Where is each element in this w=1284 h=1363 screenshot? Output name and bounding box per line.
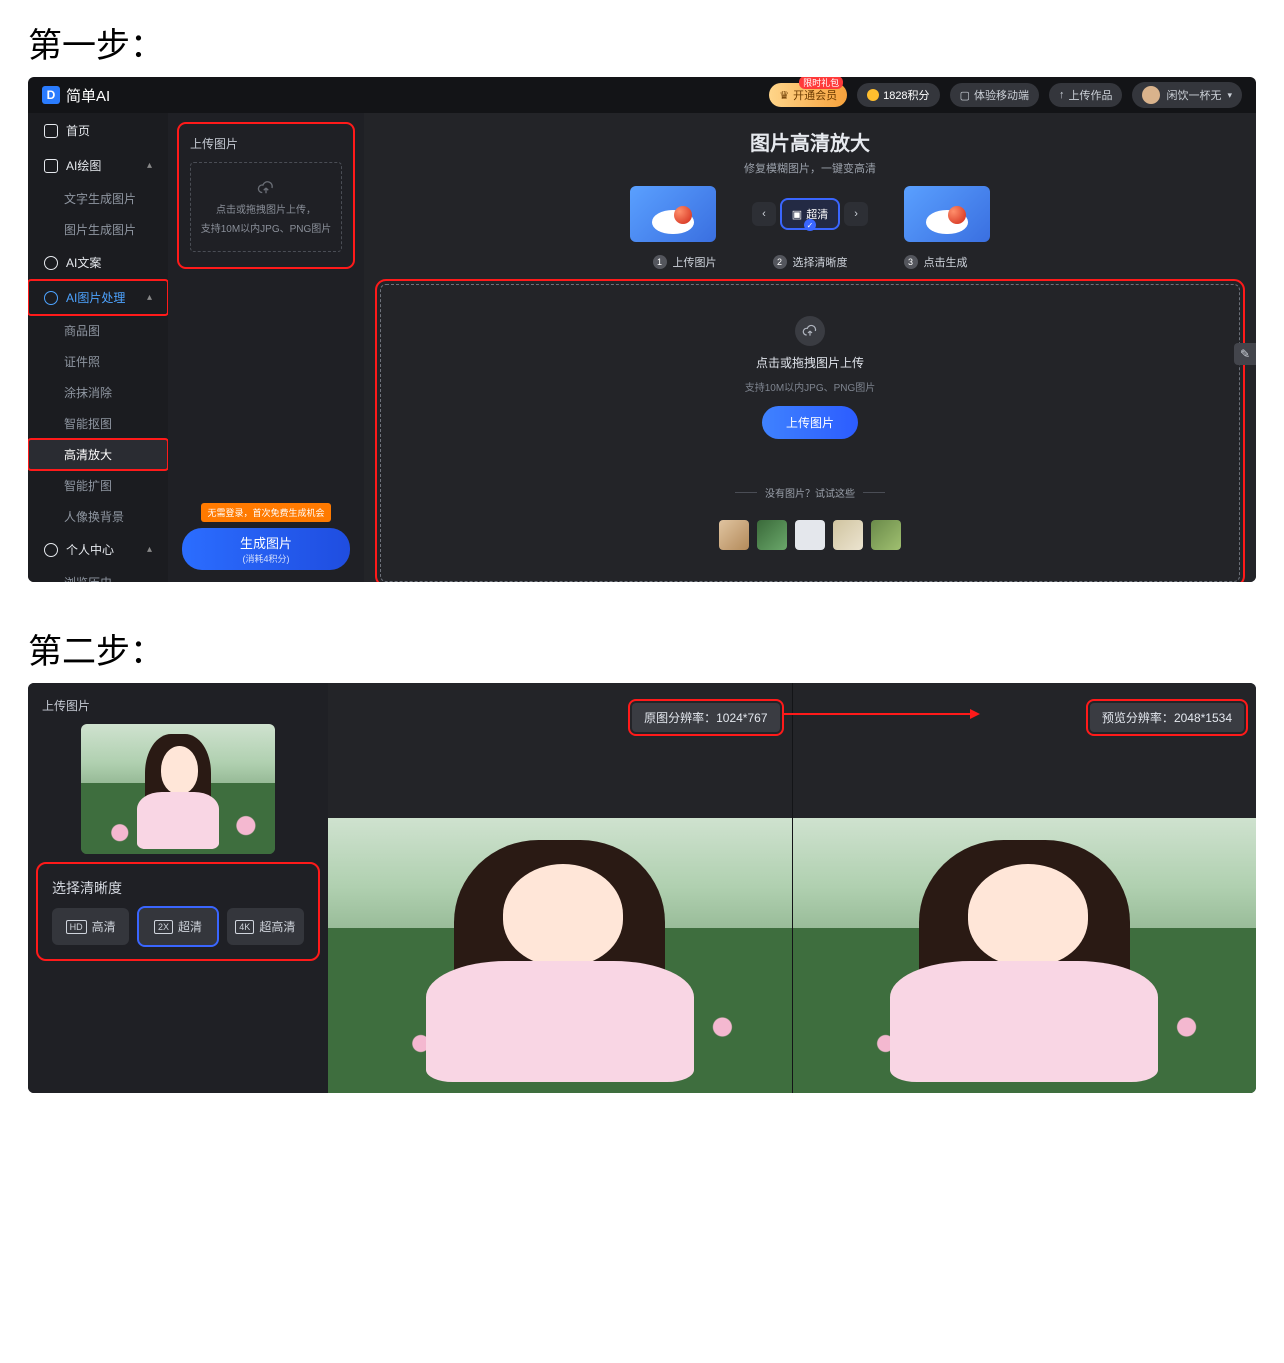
hd-icon: ▣ <box>792 208 802 221</box>
sidebar-home[interactable]: 首页 <box>28 113 168 148</box>
step2-left-panel: 上传图片 选择清晰度 HD高清 2X超清 4K超高清 <box>28 683 328 1093</box>
sample-row: ‹ ▣ 超清 › <box>380 186 1240 242</box>
app-logo[interactable]: D 简单AI <box>42 85 110 106</box>
edit-fab-icon[interactable]: ✎ <box>1234 343 1256 365</box>
app-screenshot-step1: D 简单AI ♛ 开通会员 限时礼包 1828积分 ▢ 体验移动端 ↑ 上传作品… <box>28 77 1256 582</box>
upload-image-button[interactable]: 上传图片 <box>762 406 858 439</box>
steps-row: 1上传图片 2选择清晰度 3点击生成 <box>380 254 1240 270</box>
home-icon <box>44 124 58 138</box>
topbar: D 简单AI ♛ 开通会员 限时礼包 1828积分 ▢ 体验移动端 ↑ 上传作品… <box>28 77 1256 113</box>
upload-works-button[interactable]: ↑ 上传作品 <box>1049 83 1123 107</box>
upload-title-step2: 上传图片 <box>42 697 314 714</box>
avatar <box>1142 86 1160 104</box>
page-title: 图片高清放大 <box>380 127 1240 156</box>
step-indicator-1: 1上传图片 <box>653 254 717 270</box>
sidebar-history[interactable]: 浏览历史 <box>28 567 168 582</box>
sidebar-bg-swap[interactable]: 人像换背景 <box>28 501 168 532</box>
sample-before <box>630 186 716 242</box>
dropzone-title: 点击或拖拽图片上传 <box>756 354 864 371</box>
chevron-down-icon: ▾ <box>1227 90 1232 101</box>
sample-thumb-1[interactable] <box>719 520 749 550</box>
sidebar-text2img[interactable]: 文字生成图片 <box>28 183 168 214</box>
sidebar-idphoto[interactable]: 证件照 <box>28 346 168 377</box>
sidebar-expand[interactable]: 智能扩图 <box>28 470 168 501</box>
crown-icon: ♛ <box>779 89 789 102</box>
logo-mark-icon: D <box>42 86 60 104</box>
points-pill[interactable]: 1828积分 <box>857 83 939 107</box>
sample-after <box>904 186 990 242</box>
sample-thumb-5[interactable] <box>871 520 901 550</box>
chevron-up-icon: ▴ <box>147 160 152 171</box>
clarity-option-4k[interactable]: 4K超高清 <box>227 908 304 945</box>
main-panel: 图片高清放大 修复模糊图片，一键变高清 ‹ ▣ 超清 › 1上传图片 2选择清晰… <box>364 113 1256 582</box>
step-indicator-2: 2选择清晰度 <box>773 254 848 270</box>
small-upload-dropzone[interactable]: 点击或拖拽图片上传， 支持10M以内JPG、PNG图片 <box>190 162 342 252</box>
sidebar-cutout[interactable]: 智能抠图 <box>28 408 168 439</box>
uploaded-image-preview[interactable] <box>81 724 275 854</box>
upload-icon: ↑ <box>1059 89 1065 101</box>
chevron-up-icon: ▴ <box>147 544 152 555</box>
clarity-option-hd[interactable]: HD高清 <box>52 908 129 945</box>
step-indicator-3: 3点击生成 <box>904 254 968 270</box>
clarity-selector-preview: ‹ ▣ 超清 › <box>752 200 868 228</box>
original-image <box>328 818 792 1093</box>
app-name: 简单AI <box>66 85 110 106</box>
clarity-option-2x[interactable]: 2X超清 <box>139 908 216 945</box>
sidebar: 首页 AI绘图 ▴ 文字生成图片 图片生成图片 AI文案 AI图片处理 ▴ 商品… <box>28 113 168 582</box>
sidebar-erase[interactable]: 涂抹消除 <box>28 377 168 408</box>
step-one-heading: 第一步： <box>0 0 1284 77</box>
preview-resolution-badge: 预览分辨率：2048*1534 <box>1090 703 1244 732</box>
page-subtitle: 修复模糊图片，一键变高清 <box>380 160 1240 176</box>
dropzone-subtitle: 支持10M以内JPG、PNG图片 <box>745 379 876 394</box>
image-proc-icon <box>44 291 58 305</box>
sidebar-product[interactable]: 商品图 <box>28 315 168 346</box>
sidebar-img2img[interactable]: 图片生成图片 <box>28 214 168 245</box>
text-icon <box>44 256 58 270</box>
sample-thumb-3[interactable] <box>795 520 825 550</box>
sidebar-upscale[interactable]: 高清放大 <box>28 439 168 470</box>
clarity-section: 选择清晰度 HD高清 2X超清 4K超高清 <box>42 868 314 955</box>
upload-panel-title: 上传图片 <box>190 135 342 152</box>
original-resolution-badge: 原图分辨率：1024*767 <box>632 703 779 732</box>
cloud-upload-icon <box>257 179 275 197</box>
sample-thumb-2[interactable] <box>757 520 787 550</box>
vip-button[interactable]: ♛ 开通会员 限时礼包 <box>769 83 847 107</box>
clarity-prev-icon[interactable]: ‹ <box>752 202 776 226</box>
main-upload-dropzone[interactable]: 点击或拖拽图片上传 支持10M以内JPG、PNG图片 上传图片 没有图片？试试这… <box>380 284 1240 582</box>
step-two-heading: 第二步： <box>0 606 1284 683</box>
free-first-tag: 无需登录，首次免费生成机会 <box>201 503 330 522</box>
clarity-next-icon[interactable]: › <box>844 202 868 226</box>
clarity-title: 选择清晰度 <box>52 878 304 898</box>
paint-icon <box>44 159 58 173</box>
upload-panel: 上传图片 点击或拖拽图片上传， 支持10M以内JPG、PNG图片 无需登录，首次… <box>168 113 364 582</box>
preview-image <box>793 818 1257 1093</box>
sample-thumbs-row: 没有图片？试试这些 <box>735 485 885 500</box>
mobile-button[interactable]: ▢ 体验移动端 <box>950 83 1039 107</box>
phone-icon: ▢ <box>960 89 970 102</box>
step2-right-panel: 原图分辨率：1024*767 预览分辨率：2048*1534 <box>328 683 1256 1093</box>
user-icon <box>44 543 58 557</box>
preview-half: 预览分辨率：2048*1534 <box>793 683 1257 1093</box>
generate-button[interactable]: 生成图片 (消耗4积分) <box>182 528 350 570</box>
sidebar-personal[interactable]: 个人中心 ▴ <box>28 532 168 567</box>
clarity-chip-active[interactable]: ▣ 超清 <box>782 200 838 228</box>
vip-badge: 限时礼包 <box>799 77 843 89</box>
sidebar-ai-image[interactable]: AI图片处理 ▴ <box>28 280 168 315</box>
cloud-upload-icon <box>795 316 825 346</box>
coin-icon <box>867 89 879 101</box>
annotation-arrow <box>782 713 978 715</box>
sidebar-ai-text[interactable]: AI文案 <box>28 245 168 280</box>
sidebar-ai-draw[interactable]: AI绘图 ▴ <box>28 148 168 183</box>
app-screenshot-step2: 上传图片 选择清晰度 HD高清 2X超清 4K超高清 原图分辨率：1024*76… <box>28 683 1256 1093</box>
original-half: 原图分辨率：1024*767 <box>328 683 792 1093</box>
chevron-up-icon: ▴ <box>147 292 152 303</box>
sample-thumb-4[interactable] <box>833 520 863 550</box>
user-menu[interactable]: 闲饮一杯无 ▾ <box>1132 82 1242 108</box>
